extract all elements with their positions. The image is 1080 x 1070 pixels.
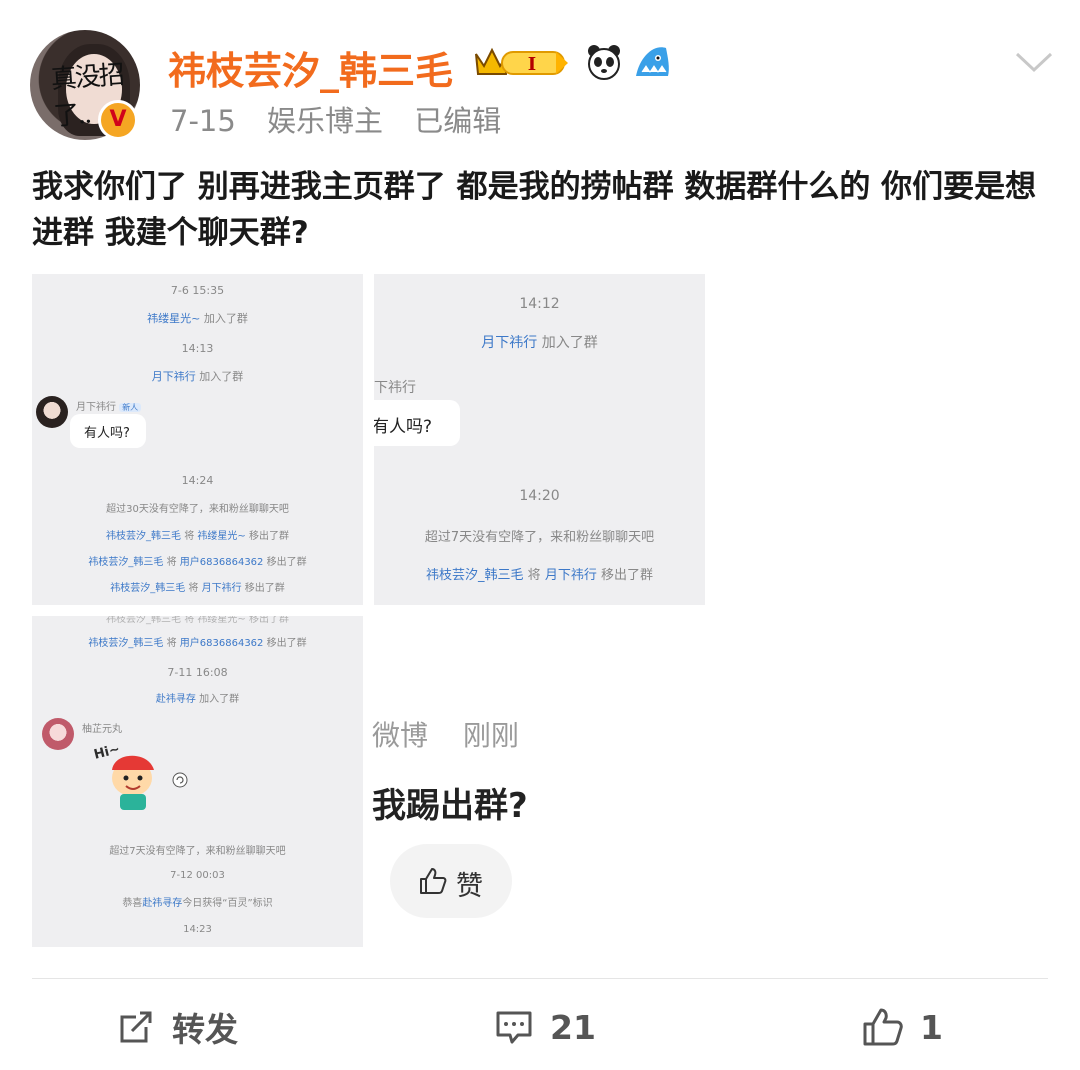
chat-bubble: 有人吗?: [374, 400, 460, 446]
forward-button[interactable]: 转发: [116, 1004, 238, 1050]
chat-system-notice: 超过7天没有空降了，来和粉丝聊聊天吧: [424, 530, 655, 545]
quoted-text: 我踢出群?: [372, 786, 528, 826]
chat-time: 7-11 16:08: [167, 666, 228, 679]
member-name: 柚芷元丸: [82, 724, 122, 735]
chat-time: 14:23: [183, 924, 212, 935]
chat-time: 14:24: [181, 474, 214, 487]
share-icon: [120, 1011, 152, 1043]
post-meta: 7-15 娱乐博主 已编辑: [170, 98, 523, 140]
comment-button[interactable]: 21: [494, 1004, 596, 1050]
chat-time: 14:12: [519, 296, 560, 312]
reload-icon: [172, 772, 188, 788]
chat-remove-notice: 祎枝芸汐_韩三毛 将 用户6836864362 移出了群: [88, 557, 307, 568]
chat-join-notice: 月下祎行 加入了群: [151, 370, 244, 383]
shark-icon[interactable]: [632, 42, 672, 82]
post-text: 我求你们了 别再进我主页群了 都是我的捞帖群 数据群什么的 你们要是想进群 我建…: [32, 169, 1037, 251]
post-date: 7-15: [170, 104, 236, 138]
comment-icon: [496, 1011, 532, 1044]
panda-icon[interactable]: [584, 42, 624, 82]
level-badge-text: I: [528, 54, 536, 75]
post-image-1[interactable]: 7-6 15:35 祎缕星光~ 加入了群 14:13 月下祎行 加入了群 月下祎…: [32, 274, 363, 605]
member-name: 月下祎行 新人: [76, 398, 142, 413]
chat-join-notice: 祎缕星光~ 加入了群: [147, 312, 248, 325]
chat-award-notice: 恭喜赴祎寻存今日获得“百灵”标识: [122, 898, 273, 909]
chat-time: 14:20: [519, 488, 560, 504]
forward-label: 转发: [172, 1010, 238, 1049]
like-button[interactable]: 1: [862, 1004, 943, 1050]
post-image-3[interactable]: 祎枝芸汐_韩三毛 将 祎缕星光~ 移出了群 祎枝芸汐_韩三毛 将 用户68368…: [32, 616, 363, 947]
chat-system-notice: 超过30天没有空降了，来和粉丝聊聊天吧: [106, 504, 289, 515]
quoted-like-button[interactable]: 赞: [390, 844, 512, 918]
chevron-down-icon[interactable]: [1014, 48, 1054, 78]
chat-time: 7-12 00:03: [170, 870, 225, 881]
member-avatar: [36, 396, 68, 428]
quoted-source: 微博: [372, 719, 429, 752]
comment-count: 21: [550, 1007, 596, 1047]
post-image-2[interactable]: 14:12 月下祎行 加入了群 下祎行 有人吗? 14:20 超过7天没有空降了…: [374, 274, 705, 605]
chat-time: 7-6 15:35: [170, 284, 225, 297]
chat-bubble: 有人吗?: [70, 414, 146, 448]
quoted-like-label: 赞: [456, 871, 483, 902]
quoted-meta: 微博 刚刚: [372, 714, 545, 754]
chat-remove-notice-cut: 祎枝芸汐_韩三毛 将 祎缕星光~ 移出了群: [106, 616, 289, 625]
quoted-time: 刚刚: [462, 719, 519, 752]
chat-join-notice: 赴祎寻存 加入了群: [155, 694, 240, 705]
like-count: 1: [920, 1007, 943, 1047]
hi-sticker-icon: Hi~: [92, 742, 154, 810]
member-avatar: [42, 718, 74, 750]
chat-remove-notice: 祎枝芸汐_韩三毛 将 祎缕星光~ 移出了群: [106, 531, 289, 542]
action-bar-divider: [32, 978, 1048, 979]
member-tag: 新人: [119, 403, 142, 412]
verified-badge-icon: V: [98, 100, 138, 140]
chat-remove-notice: 祎枝芸汐_韩三毛 将 月下祎行 移出了群: [426, 568, 653, 583]
chat-remove-notice: 祎枝芸汐_韩三毛 将 用户6836864362 移出了群: [88, 638, 307, 649]
level-crown-badge-icon[interactable]: I: [472, 44, 572, 80]
chat-remove-notice: 祎枝芸汐_韩三毛 将 月下祎行 移出了群: [110, 583, 285, 594]
thumbs-up-icon: [420, 868, 447, 894]
thumbs-up-icon: [863, 1008, 903, 1046]
chat-time: 14:13: [181, 342, 214, 355]
chat-join-notice: 月下祎行 加入了群: [481, 335, 598, 351]
chat-system-notice: 超过7天没有空降了，来和粉丝聊聊天吧: [109, 846, 286, 857]
svg-text:Hi~: Hi~: [92, 742, 121, 763]
member-name: 下祎行: [374, 380, 416, 396]
post-category: 娱乐博主: [267, 104, 384, 138]
post-edited: 已编辑: [414, 104, 502, 138]
author-name[interactable]: 祎枝芸汐_韩三毛: [168, 40, 453, 95]
